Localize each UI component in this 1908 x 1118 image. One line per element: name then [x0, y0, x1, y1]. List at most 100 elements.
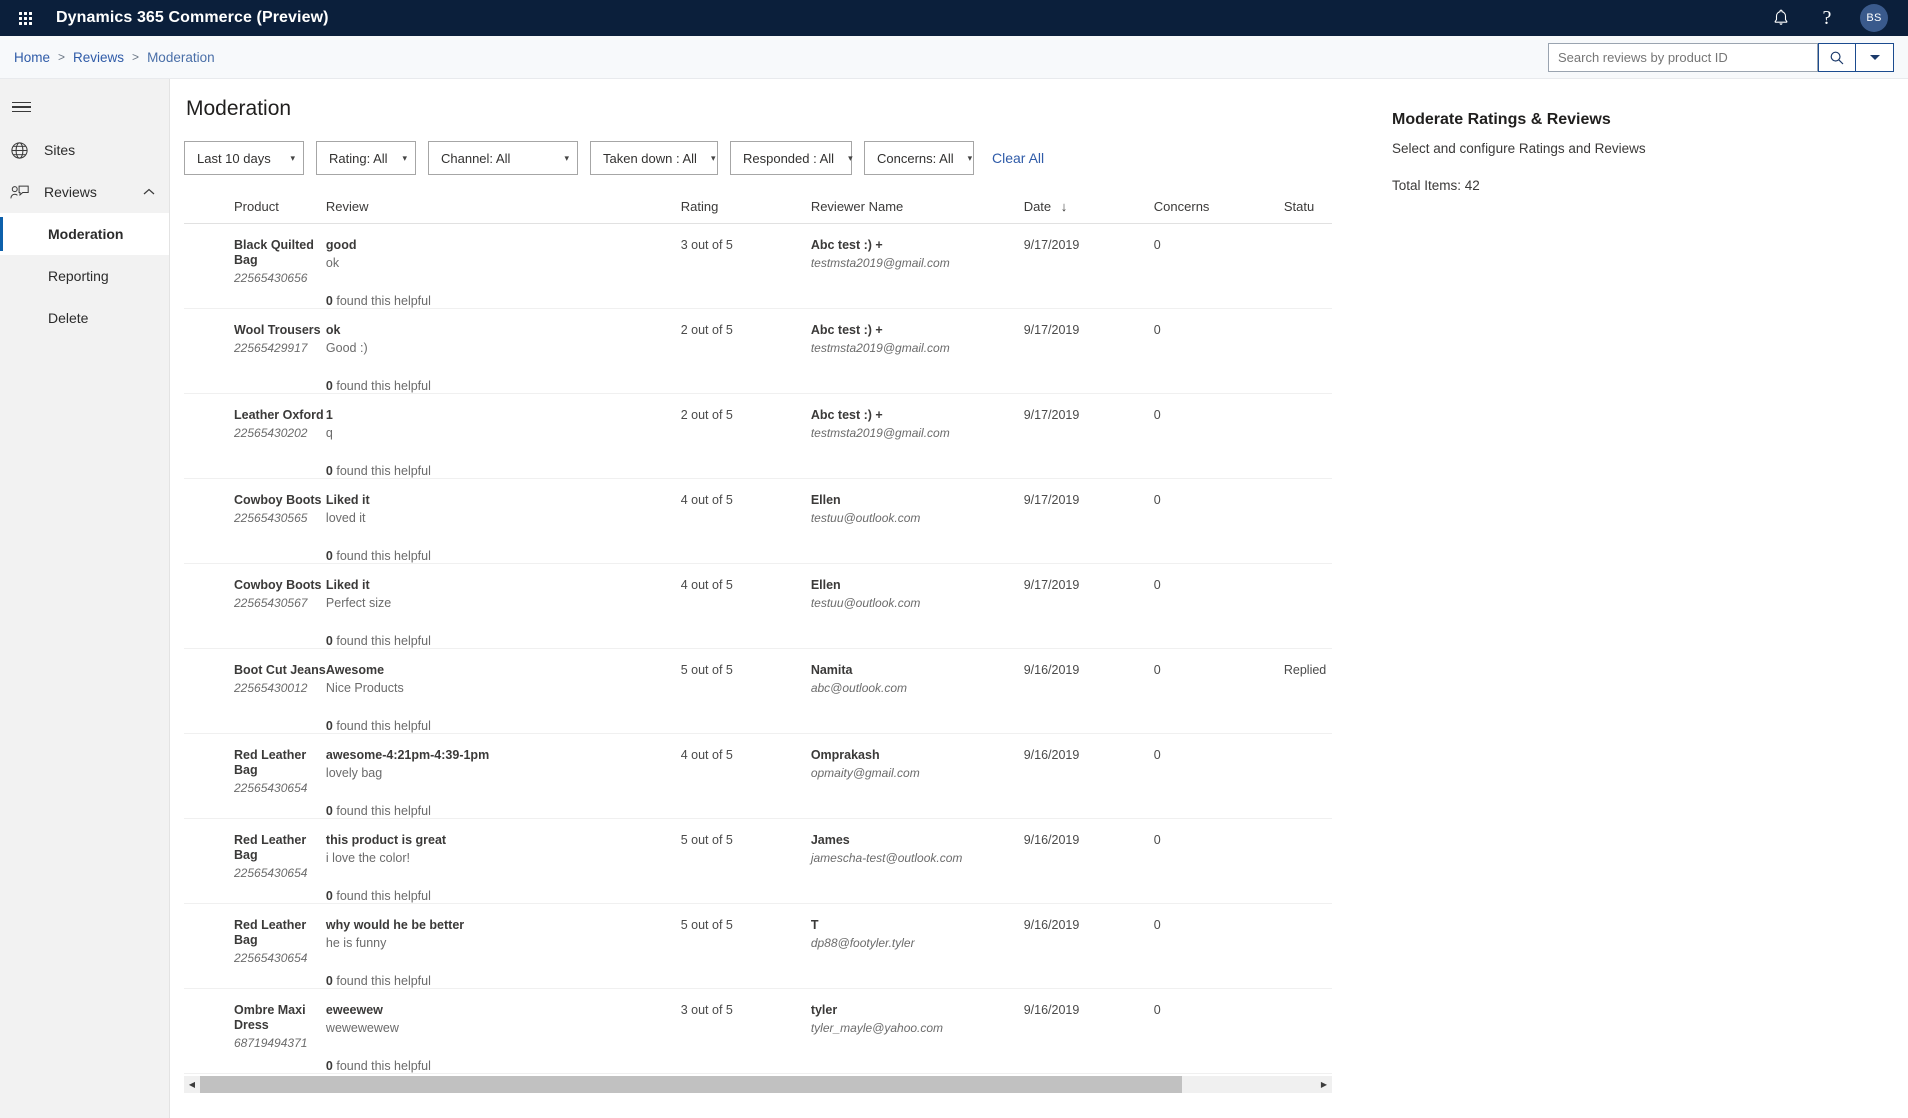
notification-bell-icon[interactable]: [1768, 5, 1794, 31]
product-name: Ombre Maxi Dress: [234, 1003, 306, 1032]
table-row[interactable]: Black Quilted Bag 22565430656 good ok 0 foun…: [184, 223, 1332, 309]
table-row[interactable]: Leather Oxford 22565430202 1 q 0 found this …: [184, 393, 1332, 479]
cell-date: 9/16/2019: [1023, 733, 1154, 819]
table-row[interactable]: Red Leather Bag 22565430654 this product i…: [184, 818, 1332, 904]
cell-concerns: 0: [1153, 393, 1284, 479]
concerns-count: 0: [1153, 238, 1161, 252]
helpful-suffix: found this helpful: [336, 804, 431, 818]
cell-status: Replied: [1283, 648, 1332, 734]
product-name: Leather Oxford: [234, 408, 324, 422]
reviewer-email: testmsta2019@gmail.com: [810, 341, 950, 355]
avatar[interactable]: BS: [1860, 4, 1888, 32]
hamburger-menu-icon[interactable]: [0, 85, 169, 129]
sidebar-item-moderation[interactable]: Moderation: [0, 213, 169, 255]
column-header-date[interactable]: Date ↓: [1023, 199, 1154, 224]
cell-rating: 3 out of 5: [680, 223, 811, 309]
horizontal-scrollbar[interactable]: ◀ ▶: [184, 1076, 1332, 1093]
scrollbar-thumb[interactable]: [200, 1076, 1183, 1093]
cell-reviewer: Tdp88@footyler.tyler: [810, 903, 1024, 989]
cell-date: 9/17/2019: [1023, 223, 1154, 309]
page-title: Moderation: [186, 97, 292, 120]
review-date: 9/16/2019: [1023, 833, 1080, 847]
scroll-right-arrow-icon[interactable]: ▶: [1316, 1076, 1332, 1093]
sidebar-item-reviews[interactable]: Reviews: [0, 171, 169, 213]
helpful-number: 0: [325, 889, 333, 903]
review-body: i love the color!: [325, 851, 410, 865]
product-name: Red Leather Bag: [234, 748, 307, 777]
app-shell: Sites Reviews Moderation Reporting Delet…: [0, 79, 1908, 1118]
column-header-status[interactable]: Statu: [1283, 199, 1332, 224]
search-input[interactable]: [1548, 43, 1818, 72]
scrollbar-track[interactable]: [200, 1076, 1316, 1093]
scroll-left-arrow-icon[interactable]: ◀: [184, 1076, 200, 1093]
sidebar-item-delete[interactable]: Delete: [0, 297, 169, 339]
chevron-down-icon: ▾: [710, 152, 716, 163]
sidebar-subitem-label: Moderation: [48, 226, 124, 242]
cell-status: [1283, 223, 1332, 309]
filter-responded[interactable]: Responded : All ▾: [730, 141, 853, 175]
filter-rating[interactable]: Rating: All ▾: [316, 141, 416, 175]
search-icon[interactable]: [1818, 43, 1856, 72]
cell-concerns: 0: [1153, 308, 1284, 394]
sidebar-item-sites[interactable]: Sites: [0, 129, 169, 171]
column-header-concerns[interactable]: Concerns: [1153, 199, 1284, 224]
filter-date-range[interactable]: Last 10 days ▾: [184, 141, 304, 175]
clear-all-link[interactable]: Clear All: [992, 150, 1044, 166]
table-row[interactable]: Red Leather Bag 22565430654 awesome-4:21pm…: [184, 733, 1332, 819]
reviewer-name: Ellen: [810, 578, 841, 592]
cell-rating: 3 out of 5: [680, 988, 811, 1074]
table-row[interactable]: Boot Cut Jeans 22565430012 Awesome Nice Pro…: [184, 648, 1332, 734]
reviewer-email: testmsta2019@gmail.com: [810, 256, 950, 270]
cell-review: awesome-4:21pm-4:39-1pm lovely bag 0 found…: [325, 733, 681, 819]
product-id: 22565430654: [234, 781, 308, 795]
review-body: wewewewew: [325, 1021, 399, 1035]
column-header-rating[interactable]: Rating: [680, 199, 811, 224]
table-row[interactable]: Cowboy Boots 22565430565 Liked it loved it 0…: [184, 478, 1332, 564]
breadcrumb-item-reviews[interactable]: Reviews: [73, 50, 124, 65]
filter-bar: Last 10 days ▾ Rating: All ▾ Channel: Al…: [184, 141, 1348, 175]
filter-channel[interactable]: Channel: All ▾: [428, 141, 578, 175]
table-row[interactable]: Red Leather Bag 22565430654 why would he b…: [184, 903, 1332, 989]
app-launcher-icon[interactable]: [6, 0, 44, 36]
rating-value: 5 out of 5: [680, 833, 733, 847]
help-question-icon[interactable]: ?: [1814, 5, 1840, 31]
table-header: Product Review Rating Reviewer Name Date…: [184, 199, 1332, 224]
table-row[interactable]: Ombre Maxi Dress 68719494371 eweewew wewewe…: [184, 988, 1332, 1074]
reviewer-email: jamescha-test@outlook.com: [810, 851, 963, 865]
cell-rating: 2 out of 5: [680, 393, 811, 479]
column-header-reviewer-name[interactable]: Reviewer Name: [810, 199, 1024, 224]
filter-concerns[interactable]: Concerns: All ▾: [864, 141, 974, 175]
breadcrumb-item-moderation[interactable]: Moderation: [147, 50, 215, 65]
review-body: loved it: [325, 511, 366, 525]
column-header-product[interactable]: Product: [184, 199, 326, 224]
helpful-number: 0: [325, 379, 333, 393]
review-date: 9/17/2019: [1023, 238, 1080, 252]
reviewer-name: Omprakash: [810, 748, 880, 762]
concerns-count: 0: [1153, 1003, 1161, 1017]
table-row[interactable]: Wool Trousers 22565429917 ok Good :) 0 found…: [184, 308, 1332, 394]
column-header-review[interactable]: Review: [325, 199, 681, 224]
cell-rating: 4 out of 5: [680, 563, 811, 649]
status-badge: Replied: [1283, 663, 1327, 677]
filter-taken-down[interactable]: Taken down : All ▾: [590, 141, 718, 175]
helpful-number: 0: [325, 549, 333, 563]
product-id: 22565430012: [234, 681, 308, 695]
reviewer-email: dp88@footyler.tyler: [810, 936, 915, 950]
chevron-up-icon[interactable]: [143, 188, 155, 196]
review-helpful-count: 0 found this helpful: [326, 889, 681, 903]
review-date: 9/17/2019: [1023, 408, 1080, 422]
product-name: Black Quilted Bag: [234, 238, 314, 267]
search-options-chevron-down-icon[interactable]: [1856, 43, 1894, 72]
sidebar-item-reporting[interactable]: Reporting: [0, 255, 169, 297]
cell-status: [1283, 478, 1332, 564]
table-row[interactable]: Cowboy Boots 22565430567 Liked it Perfect s…: [184, 563, 1332, 649]
helpful-suffix: found this helpful: [336, 549, 431, 563]
concerns-count: 0: [1153, 833, 1161, 847]
app-title: Dynamics 365 Commerce (Preview): [56, 9, 329, 26]
breadcrumb-item-home[interactable]: Home: [14, 50, 50, 65]
moderation-content: Moderation Last 10 days ▾ Rating: All ▾ …: [170, 79, 1348, 1118]
review-date: 9/16/2019: [1023, 663, 1080, 677]
top-app-bar: Dynamics 365 Commerce (Preview) ? BS: [0, 0, 1908, 36]
cell-reviewer: Ellen testuu@outlook.com: [810, 563, 1024, 649]
helpful-number: 0: [325, 1059, 333, 1073]
